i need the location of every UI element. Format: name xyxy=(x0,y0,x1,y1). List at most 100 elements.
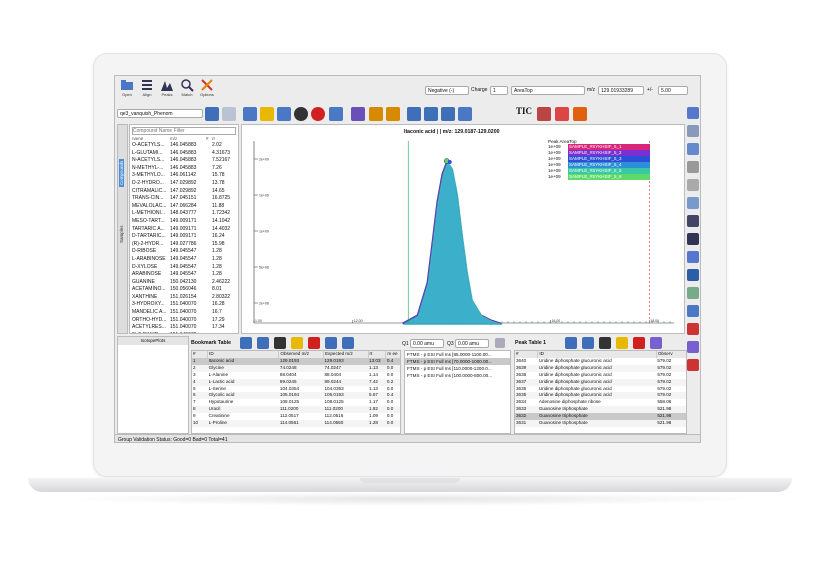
database-icon[interactable] xyxy=(687,107,699,119)
compound-row[interactable]: (R)-2-HYDR... 149.027786 15.98 xyxy=(132,241,238,249)
ppm-input[interactable]: 5.00 xyxy=(658,86,688,95)
compound-row[interactable]: TRANS-CIN... 147.045151 16.8725 xyxy=(132,195,238,203)
compound-row[interactable]: D-TARTARIC... 149.009171 16.24 xyxy=(132,233,238,241)
table-row[interactable]: 4 L-Lactic acid 89.0245 89.0244 7.42 0.2 xyxy=(192,378,400,386)
table-row[interactable]: 3640 Uridine diphosphate glucuronic acid 5… xyxy=(515,358,686,365)
compound-row[interactable]: ACETAMINO... 150.056046 8.01 xyxy=(132,286,238,294)
compound-row[interactable]: D-2-HYDRO... 147.029892 13.78 xyxy=(132,180,238,188)
compound-row[interactable]: ORTHO-HYD... 151.040070 17.29 xyxy=(132,317,238,325)
compound-row[interactable]: L-GLUTAMI... 146.045883 4.31673 xyxy=(132,150,238,158)
formula-icon[interactable] xyxy=(351,107,365,121)
pk-export-icon[interactable] xyxy=(650,337,662,349)
magnify-icon[interactable] xyxy=(687,233,699,245)
axis-icon[interactable] xyxy=(687,179,699,191)
molecule-icon[interactable] xyxy=(687,197,699,209)
column-header[interactable]: # xyxy=(515,351,539,358)
pk-edit-icon[interactable] xyxy=(565,337,577,349)
layers-icon[interactable] xyxy=(687,125,699,137)
open-button[interactable]: Open xyxy=(117,78,137,104)
table-row[interactable]: 10 L-Proline 114.0561 114.0560 1.28 0.0 xyxy=(192,420,400,427)
compound-row[interactable]: D-XYLOSE 149.045547 1.28 xyxy=(132,264,238,272)
close-icon[interactable] xyxy=(311,107,325,121)
isotope-plots-tab[interactable]: IsotopePlots xyxy=(118,337,188,345)
table-row[interactable]: 3636 Uridine diphosphate glucuronic acid 5… xyxy=(515,386,686,393)
folder-open-icon[interactable] xyxy=(205,107,219,121)
compound-row[interactable]: TARTARIC A... 149.009171 14.4032 xyxy=(132,226,238,234)
align-button[interactable]: Align xyxy=(137,78,157,104)
table-icon[interactable] xyxy=(441,107,455,121)
table-row[interactable]: 3631 Guanosine triphosphate 521.98 xyxy=(515,420,686,427)
compound-row[interactable]: MANDELIC A... 151.040070 16.7 xyxy=(132,309,238,317)
compound-row[interactable]: O-ACETYLS... 146.045883 2.02 xyxy=(132,142,238,150)
edit-icon[interactable] xyxy=(240,337,252,349)
bulb-icon[interactable] xyxy=(291,337,303,349)
pk-check-icon[interactable] xyxy=(599,337,611,349)
q1-input[interactable]: 0.00 amu xyxy=(410,339,444,348)
sample-select[interactable]: qe3_vanquish_Phenom xyxy=(117,109,203,118)
pk-delete-icon[interactable] xyxy=(633,337,645,349)
scan-row[interactable]: FTMS - p ESI Full ms [110.0000-1200.0... xyxy=(405,365,510,372)
charge-input[interactable]: 1 xyxy=(490,86,508,95)
table-row[interactable]: 3637 Uridine diphosphate glucuronic acid 5… xyxy=(515,378,686,386)
column-header[interactable]: rt xyxy=(368,351,387,358)
save-icon[interactable] xyxy=(222,107,236,121)
tic-button[interactable]: TIC xyxy=(516,106,532,116)
compound-row[interactable]: GUANINE 150.042130 2.46222 xyxy=(132,279,238,287)
column-header[interactable]: Observed m/z xyxy=(278,351,324,358)
match-button[interactable]: Match xyxy=(177,78,197,104)
table-row[interactable]: 3638 Uridine diphosphate glucuronic acid 5… xyxy=(515,372,686,379)
chart-icon[interactable] xyxy=(687,161,699,173)
check-icon[interactable] xyxy=(294,107,308,121)
compound-row[interactable]: 2'-4'-DIHYD...151.040070 xyxy=(132,332,238,333)
table-row[interactable]: 3634 Adenosine diphosphate ribose 558.06 xyxy=(515,399,686,406)
compound-filter-input[interactable] xyxy=(132,127,236,135)
compound-row[interactable]: N-ACETYLS... 146.045883 7.52167 xyxy=(132,157,238,165)
column-header[interactable]: m ee xyxy=(385,351,400,358)
reject-icon[interactable] xyxy=(274,337,286,349)
table-row[interactable]: 3633 Guanosine triphosphate 521.98 xyxy=(515,406,686,414)
table-row[interactable]: 9 Creatinine 112.0517 112.0516 1.09 0.0 xyxy=(192,413,400,420)
compound-row[interactable]: MESO-TART... 149.009171 14.1042 xyxy=(132,218,238,226)
flag-icon[interactable] xyxy=(555,107,569,121)
compound-row[interactable]: L-ARABINOSE 149.045547 1.28 xyxy=(132,256,238,264)
compound-row[interactable]: MEVALOLAC... 147.066284 11.88 xyxy=(132,203,238,211)
q3-input[interactable]: 0.00 amu xyxy=(455,339,489,348)
validate-icon[interactable] xyxy=(257,337,269,349)
compound-row[interactable]: D-RIBOSE 149.045547 1.28 xyxy=(132,248,238,256)
compounds-tab[interactable]: Compounds xyxy=(119,158,124,187)
options-button[interactable]: Options xyxy=(197,78,217,104)
scan-row[interactable]: FTMS - p ESI Full ms [100.0000-800.00... xyxy=(405,372,510,379)
table-row[interactable]: 3 L-Alanine 88.0404 88.0404 1.14 0.0 xyxy=(192,372,400,379)
spectrum-icon[interactable] xyxy=(687,323,699,335)
split-icon[interactable] xyxy=(329,107,343,121)
copy-icon[interactable] xyxy=(325,337,337,349)
table-row[interactable]: 6 Glycolic acid 105.0194 105.0193 5.67 0.4 xyxy=(192,392,400,400)
mz-input[interactable]: 129.01933289 xyxy=(598,86,644,95)
table-row[interactable]: 3632 Guanosine triphosphate 521.98 xyxy=(515,413,686,421)
pk-validate-icon[interactable] xyxy=(582,337,594,349)
globe-icon[interactable] xyxy=(687,251,699,263)
pk-bulb-icon[interactable] xyxy=(616,337,628,349)
compound-row[interactable]: L-METHIONI... 148.043777 1.72342 xyxy=(132,210,238,218)
eye-icon[interactable] xyxy=(687,287,699,299)
diamond-icon[interactable] xyxy=(573,107,587,121)
back-arrow-icon[interactable] xyxy=(369,107,383,121)
table-row[interactable]: 7 Hypotaurine 108.0125 108.0125 1.17 0.0 xyxy=(192,399,400,406)
compound-row[interactable]: 3-HYDROXY... 151.040070 16.28 xyxy=(132,301,238,309)
column-header[interactable]: # xyxy=(192,351,209,358)
zoom-icon[interactable] xyxy=(243,107,257,121)
compound-row[interactable]: N-METHYL-... 146.045883 7.26 xyxy=(132,165,238,173)
compound-row[interactable]: ACETYLRES... 151.040070 17.34 xyxy=(132,324,238,332)
bars-icon[interactable] xyxy=(687,143,699,155)
grid-icon[interactable] xyxy=(687,305,699,317)
bar-chart-icon[interactable] xyxy=(537,107,551,121)
column-header[interactable]: ID xyxy=(537,351,657,358)
delete-icon[interactable] xyxy=(308,337,320,349)
table-row[interactable]: 1 Itaconic acid 129.0193 129.0193 13.03 0.4 xyxy=(192,357,400,365)
flask-icon[interactable] xyxy=(687,341,699,353)
column-header[interactable]: Observ xyxy=(656,351,686,358)
compound-row[interactable]: CITRAMALIC... 147.029892 14.65 xyxy=(132,188,238,196)
samples-tab[interactable]: Samples xyxy=(119,225,124,243)
table-row[interactable]: 8 Uracil 111.0200 111.0200 1.82 0.0 xyxy=(192,406,400,414)
column-header[interactable]: ID xyxy=(207,351,280,358)
